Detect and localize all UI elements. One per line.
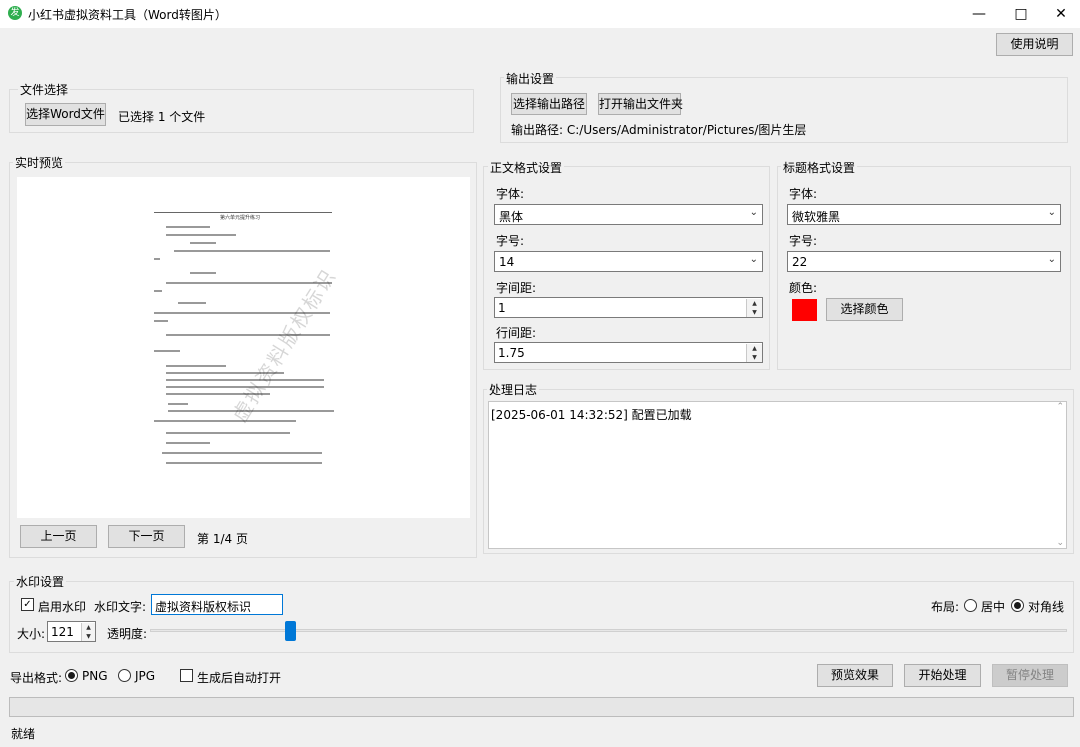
open-output-folder-button[interactable]: 打开输出文件夹 — [598, 93, 683, 115]
chevron-down-icon: ⌄ — [1047, 254, 1056, 265]
doc-line — [178, 302, 206, 304]
minimize-icon[interactable]: — — [956, 0, 1002, 28]
format-jpg-label: JPG — [135, 669, 156, 683]
format-png-label: PNG — [82, 669, 108, 683]
watermark-size-spinbox[interactable]: 121 ▲ ▼ — [47, 621, 96, 642]
layout-diagonal-label: 对角线 — [1028, 600, 1065, 614]
chevron-down-icon: ⌄ — [749, 207, 758, 218]
spin-down-icon[interactable]: ▼ — [746, 308, 762, 317]
enable-watermark-checkbox[interactable]: ✓ — [21, 598, 34, 611]
doc-top-rule — [154, 212, 332, 213]
title-bar: 发 小红书虚拟资料工具（Word转图片） — □ ✕ — [0, 0, 1080, 28]
window-title: 小红书虚拟资料工具（Word转图片） — [28, 8, 227, 22]
body-spacing-label: 字间距: — [496, 281, 537, 295]
doc-line — [154, 320, 168, 322]
preview-effect-button[interactable]: 预览效果 — [817, 664, 893, 687]
doc-line — [190, 272, 216, 274]
doc-line — [166, 365, 226, 367]
doc-line — [154, 258, 160, 260]
progress-bar — [9, 697, 1074, 717]
start-process-button[interactable]: 开始处理 — [904, 664, 981, 687]
file-select-label: 文件选择 — [18, 81, 71, 98]
body-spacing-spinbox[interactable]: 1 ▲ ▼ — [494, 297, 763, 318]
help-button[interactable]: 使用说明 — [996, 33, 1073, 56]
body-line-label: 行间距: — [496, 326, 537, 340]
doc-line — [154, 420, 296, 422]
doc-line — [166, 432, 290, 434]
log-line: [2025-06-01 14:32:52] 配置已加载 — [491, 408, 692, 422]
layout-label: 布局: — [931, 600, 960, 614]
doc-line — [166, 462, 322, 464]
format-png-radio[interactable] — [65, 669, 78, 682]
scroll-up-icon[interactable]: ⌃ — [1056, 402, 1064, 412]
title-font-select[interactable]: 微软雅黑 ⌄ — [787, 204, 1061, 225]
pause-process-button[interactable]: 暂停处理 — [992, 664, 1068, 687]
preview-label: 实时预览 — [13, 154, 66, 171]
body-line-spinbox[interactable]: 1.75 ▲ ▼ — [494, 342, 763, 363]
spin-down-icon[interactable]: ▼ — [746, 353, 762, 362]
title-color-label: 颜色: — [789, 281, 818, 295]
body-size-label: 字号: — [496, 234, 525, 248]
doc-line — [190, 242, 216, 244]
prev-page-button[interactable]: 上一页 — [20, 525, 97, 548]
doc-line — [166, 226, 210, 228]
watermark-group — [9, 581, 1074, 653]
opacity-slider-thumb[interactable] — [285, 621, 296, 641]
app-icon: 发 — [8, 6, 22, 20]
body-format-label: 正文格式设置 — [488, 159, 565, 176]
spin-up-icon[interactable]: ▲ — [746, 344, 762, 353]
export-format-label: 导出格式: — [10, 671, 63, 685]
spin-down-icon[interactable]: ▼ — [81, 632, 95, 641]
output-label: 输出设置 — [504, 70, 557, 87]
file-status: 已选择 1 个文件 — [118, 110, 206, 124]
doc-line — [174, 250, 330, 252]
watermark-text-label: 水印文字: — [94, 600, 147, 614]
title-font-label: 字体: — [789, 187, 818, 201]
format-jpg-radio[interactable] — [118, 669, 131, 682]
size-label: 大小: — [17, 627, 46, 641]
choose-color-button[interactable]: 选择颜色 — [826, 298, 903, 321]
page-info: 第 1/4 页 — [197, 532, 248, 546]
doc-line — [166, 234, 236, 236]
body-font-select[interactable]: 黑体 ⌄ — [494, 204, 763, 225]
auto-open-checkbox[interactable] — [180, 669, 193, 682]
watermark-label: 水印设置 — [14, 573, 67, 590]
body-size-select[interactable]: 14 ⌄ — [494, 251, 763, 272]
doc-line — [162, 452, 322, 454]
preview-document: 第六单元提升练习 — [150, 210, 336, 480]
opacity-label: 透明度: — [107, 627, 148, 641]
status-text: 就绪 — [11, 727, 36, 741]
doc-line — [154, 290, 162, 292]
watermark-text-input[interactable]: 虚拟资料版权标识 — [151, 594, 283, 615]
auto-open-label: 生成后自动打开 — [197, 671, 282, 685]
layout-center-radio[interactable] — [964, 599, 977, 612]
spin-up-icon[interactable]: ▲ — [81, 623, 95, 632]
log-label: 处理日志 — [487, 381, 540, 398]
close-icon[interactable]: ✕ — [1038, 0, 1080, 28]
title-format-label: 标题格式设置 — [781, 159, 858, 176]
layout-center-label: 居中 — [981, 600, 1006, 614]
output-path: 输出路径: C:/Users/Administrator/Pictures/图片… — [511, 123, 807, 137]
title-size-label: 字号: — [789, 234, 818, 248]
doc-line — [166, 442, 210, 444]
title-size-select[interactable]: 22 ⌄ — [787, 251, 1061, 272]
choose-output-path-button[interactable]: 选择输出路径 — [511, 93, 587, 115]
choose-word-button[interactable]: 选择Word文件 — [25, 103, 106, 126]
body-font-label: 字体: — [496, 187, 525, 201]
enable-watermark-label: 启用水印 — [38, 600, 87, 614]
title-color-swatch — [792, 299, 817, 321]
chevron-down-icon: ⌄ — [749, 254, 758, 265]
doc-title: 第六单元提升练习 — [220, 215, 261, 221]
doc-line — [168, 403, 188, 405]
chevron-down-icon: ⌄ — [1047, 207, 1056, 218]
scroll-down-icon[interactable]: ⌄ — [1056, 538, 1064, 548]
layout-diagonal-radio[interactable] — [1011, 599, 1024, 612]
log-textarea[interactable]: [2025-06-01 14:32:52] 配置已加载 ⌃ ⌄ — [488, 401, 1067, 549]
next-page-button[interactable]: 下一页 — [108, 525, 185, 548]
spin-up-icon[interactable]: ▲ — [746, 299, 762, 308]
doc-line — [154, 350, 180, 352]
